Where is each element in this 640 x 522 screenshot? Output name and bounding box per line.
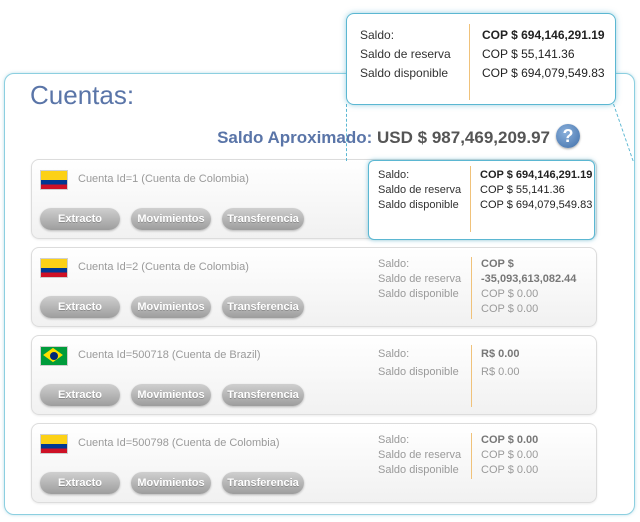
tooltip-values: COP $ 694,146,291.19 COP $ 55,141.36 COP… (482, 26, 605, 83)
tooltip-labels: Saldo: Saldo de reserva Saldo disponible (360, 26, 451, 83)
account-name: Cuenta Id=500718 (Cuenta de Brazil) (78, 349, 261, 361)
balance-divider (471, 433, 472, 479)
extracto-button[interactable]: Extracto (40, 296, 120, 318)
colombia-flag-icon (40, 434, 68, 454)
disponible-value: R$ 0.00 (481, 366, 520, 378)
transferencia-button[interactable]: Transferencia (222, 296, 304, 318)
reserva-label: Saldo de reserva (360, 47, 451, 61)
tooltip-reserva-value: COP $ 55,141.36 (482, 47, 575, 61)
reserva-label: Saldo de reserva (378, 449, 462, 461)
tooltip-saldo-value: COP $ 694,146,291.19 (482, 28, 605, 42)
reserva-label: Saldo de reserva (378, 184, 462, 196)
saldo-value-amount: -35,093,613,082.44 (481, 273, 577, 285)
disponible-value: COP $ 0.00 (481, 303, 539, 315)
saldo-label: Saldo: (378, 348, 410, 360)
transferencia-button[interactable]: Transferencia (222, 208, 304, 230)
balance-labels: Saldo: Saldo de reserva Saldo disponible (378, 257, 461, 302)
transferencia-button[interactable]: Transferencia (222, 384, 304, 406)
colombia-flag-icon (40, 258, 68, 278)
movimientos-button[interactable]: Movimientos (131, 384, 211, 406)
disponible-value: COP $ 0.00 (481, 464, 539, 476)
flag-globe (50, 352, 58, 360)
balance-labels: Saldo: Saldo de reserva Saldo disponible (378, 168, 461, 213)
reserva-value: COP $ 55,141.36 (480, 184, 565, 196)
movimientos-button[interactable]: Movimientos (131, 208, 211, 230)
disponible-label: Saldo disponible (378, 366, 459, 378)
disponible-label: Saldo disponible (378, 199, 459, 211)
balance-divider (471, 345, 472, 407)
movimientos-button[interactable]: Movimientos (131, 472, 211, 494)
reserva-label: Saldo de reserva (378, 273, 462, 285)
account-name: Cuenta Id=2 (Cuenta de Colombia) (78, 261, 249, 273)
help-icon[interactable]: ? (556, 124, 580, 148)
tooltip-disponible-value: COP $ 694,079,549.83 (482, 66, 605, 80)
balance-values: COP $ 694,146,291.19 COP $ 55,141.36 COP… (480, 168, 592, 213)
account-card: Cuenta Id=500798 (Cuenta de Colombia) Ex… (31, 423, 597, 503)
balance-labels: Saldo: Saldo de reserva Saldo disponible (378, 433, 461, 478)
balance-tooltip: Saldo: Saldo de reserva Saldo disponible… (346, 13, 616, 105)
reserva-value: COP $ 0.00 (481, 449, 539, 461)
balance-values: COP $ 0.00 COP $ 0.00 COP $ 0.00 (481, 433, 591, 478)
disponible-label: Saldo disponible (360, 66, 449, 80)
account-name: Cuenta Id=1 (Cuenta de Colombia) (78, 173, 249, 185)
tooltip-divider (469, 24, 470, 100)
reserva-value: COP $ 0.00 (481, 288, 539, 300)
balance-values: R$ 0.00 R$ 0.00 (481, 345, 591, 381)
extracto-button[interactable]: Extracto (40, 384, 120, 406)
disponible-label: Saldo disponible (378, 288, 459, 300)
balance-values: COP $ -35,093,613,082.44 COP $ 0.00 COP … (481, 257, 591, 317)
movimientos-button[interactable]: Movimientos (131, 296, 211, 318)
saldo-label: Saldo: (378, 434, 410, 446)
callout-connector-left (346, 104, 347, 161)
transferencia-button[interactable]: Transferencia (222, 472, 304, 494)
balance-labels: Saldo: Saldo disponible (378, 345, 459, 381)
saldo-value: R$ 0.00 (481, 348, 520, 360)
saldo-value: COP $ 0.00 (481, 434, 539, 446)
saldo-label: Saldo: (378, 258, 410, 270)
balance-divider (470, 166, 471, 232)
saldo-label: Saldo: (360, 28, 395, 42)
approximate-balance: Saldo Aproximado: USD $ 987,469,209.97 (217, 128, 550, 148)
colombia-flag-icon (40, 170, 68, 190)
account-name: Cuenta Id=500798 (Cuenta de Colombia) (78, 437, 280, 449)
brazil-flag-icon (40, 346, 68, 366)
saldo-value: COP $ 694,146,291.19 (480, 169, 593, 181)
approximate-balance-value: USD $ 987,469,209.97 (377, 128, 550, 147)
disponible-label: Saldo disponible (378, 464, 459, 476)
disponible-value: COP $ 694,079,549.83 (480, 199, 593, 211)
approximate-balance-label: Saldo Aproximado: (217, 128, 373, 147)
saldo-label: Saldo: (378, 169, 410, 181)
extracto-button[interactable]: Extracto (40, 208, 120, 230)
account-card: Cuenta Id=500718 (Cuenta de Brazil) Extr… (31, 335, 597, 415)
balance-divider (471, 257, 472, 319)
account-card: Cuenta Id=2 (Cuenta de Colombia) Extract… (31, 247, 597, 327)
extracto-button[interactable]: Extracto (40, 472, 120, 494)
page-title: Cuentas: (30, 80, 135, 110)
account-balance-highlight: Saldo: Saldo de reserva Saldo disponible… (368, 160, 595, 240)
saldo-value-currency: COP $ (481, 258, 514, 270)
